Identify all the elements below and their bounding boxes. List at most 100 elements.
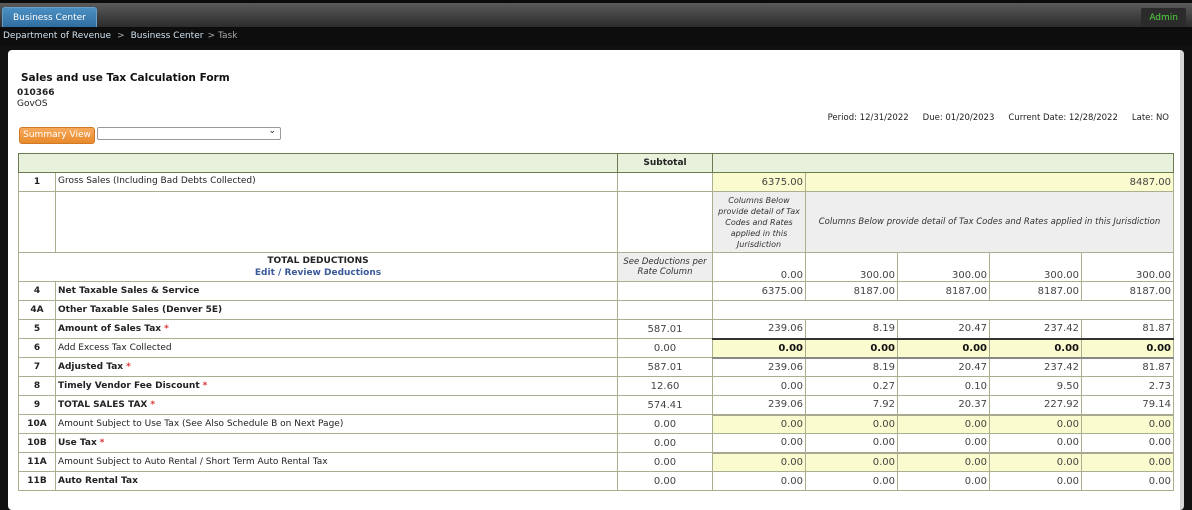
subtotal-cell: 0.00	[617, 471, 713, 491]
value-cell: 0.27	[805, 376, 898, 396]
breadcrumb-separator: >	[117, 31, 125, 41]
required-marker: *	[99, 438, 105, 448]
line-label: Use Tax *	[55, 433, 618, 453]
value-cell: 81.87	[1081, 357, 1174, 377]
table-row: 5 Amount of Sales Tax * 587.01 239.06 8.19 20.…	[18, 319, 1174, 339]
admin-button[interactable]: Admin	[1141, 8, 1186, 28]
table-row: 11A Amount Subject to Auto Rental / Short…	[18, 451, 1174, 472]
line-label-text: Other Taxable Sales (Denver 5E)	[58, 305, 223, 315]
value-input[interactable]: 0.00	[989, 451, 1082, 472]
value-input[interactable]: 0.00	[805, 337, 898, 359]
value-input[interactable]: 0.00	[897, 413, 990, 434]
value-cell: 8187.00	[989, 281, 1082, 301]
subtotal-cell: 0.00	[617, 452, 713, 472]
line-number: 8	[18, 376, 56, 396]
table-row: Columns Below provide detail of Tax Code…	[18, 191, 1174, 253]
line-label: Amount of Sales Tax *	[55, 319, 618, 339]
subtotal-cell	[617, 300, 713, 320]
value-cell: 239.06	[712, 395, 806, 415]
see-deductions-note: See Deductions per Rate Column	[617, 252, 713, 282]
value-cell: 0.00	[1081, 433, 1174, 453]
table-row: 6 Add Excess Tax Collected 0.00 0.00 0.00 0.0…	[18, 337, 1174, 359]
line-label-text: Net Taxable Sales & Service	[58, 286, 200, 296]
table-row: 4A Other Taxable Sales (Denver 5E)	[18, 300, 1174, 320]
value-cell: 239.06	[712, 357, 806, 377]
table-row: 7 Adjusted Tax * 587.01 239.06 8.19 20.47 237.4…	[18, 357, 1174, 377]
subtotal-cell: 587.01	[617, 357, 713, 377]
line-label: Net Taxable Sales & Service	[55, 281, 618, 301]
value-input[interactable]: 0.00	[805, 451, 898, 472]
table-row: 10A Amount Subject to Use Tax (See Also S…	[18, 413, 1174, 434]
breadcrumb-business-center[interactable]: Business Center	[131, 31, 204, 41]
breadcrumb: Department of Revenue > Business Center > Ta…	[0, 27, 1192, 46]
value-cell: 6375.00	[712, 281, 806, 301]
value-input[interactable]: 0.00	[897, 337, 990, 359]
line-label-text: Amount Subject to Use Tax (See Also Sche…	[58, 419, 344, 429]
page-title: Sales and use Tax Calculation Form	[21, 72, 230, 84]
table-row: 4 Net Taxable Sales & Service 6375.00 8187.…	[18, 281, 1174, 301]
value-input[interactable]: 0.00	[712, 337, 806, 359]
late-status: Late: NO	[1131, 113, 1169, 123]
line-label: Gross Sales (Including Bad Debts Collect…	[55, 172, 618, 192]
value-cell: 0.00	[989, 433, 1082, 453]
due-date: Due: 01/20/2023	[922, 113, 995, 123]
line-label-text: Amount of Sales Tax	[58, 324, 162, 334]
gross-sales-input-2[interactable]: 8487.00	[805, 172, 1174, 192]
value-input[interactable]: 0.00	[805, 413, 898, 434]
review-deductions-link[interactable]: Review Deductions	[284, 268, 381, 278]
line-number: 11B	[18, 471, 56, 491]
value-cell: 0.00	[1081, 471, 1174, 491]
line-label-text: Use Tax	[58, 438, 97, 448]
value-cell: 0.10	[897, 376, 990, 396]
subtotal-cell: 0.00	[617, 414, 713, 434]
line-label: Add Excess Tax Collected	[55, 338, 618, 358]
line-label: Auto Rental Tax	[55, 471, 618, 491]
summary-view-button[interactable]: Summary View	[19, 127, 95, 144]
table-row: 1 Gross Sales (Including Bad Debts Colle…	[18, 172, 1174, 192]
line-label-text: TOTAL SALES TAX	[58, 400, 148, 410]
required-marker: *	[126, 362, 131, 372]
total-deductions-cell: TOTAL DEDUCTIONS Edit / Review Deduction…	[18, 252, 618, 282]
value-input[interactable]: 0.00	[1081, 451, 1174, 472]
value-cell: 81.87	[1081, 319, 1174, 339]
current-date: Current Date: 12/28/2022	[1008, 113, 1118, 123]
tab-business-center[interactable]: Business Center	[2, 7, 97, 28]
column-note-wide: Columns Below provide detail of Tax Code…	[805, 191, 1174, 253]
value-input[interactable]: 0.00	[989, 413, 1082, 434]
edit-deductions-link[interactable]: Edit	[255, 268, 275, 278]
value-input[interactable]: 0.00	[1081, 413, 1174, 434]
value-input[interactable]: 0.00	[989, 337, 1082, 359]
period-info: Period: 12/31/2022 Due: 01/20/2023 Current…	[814, 113, 1169, 123]
subtotal-cell: 587.01	[617, 319, 713, 339]
deduction-value: 300.00	[989, 252, 1082, 282]
required-marker: *	[202, 381, 208, 391]
line-number: 7	[18, 357, 56, 377]
line-label-text: Add Excess Tax Collected	[58, 343, 172, 353]
value-input[interactable]: 0.00	[712, 413, 806, 434]
value-cell: 20.37	[897, 395, 990, 415]
form-panel: Sales and use Tax Calculation Form 01036…	[8, 50, 1184, 510]
value-cell: 0.00	[805, 471, 898, 491]
organization-name: GovOS	[17, 99, 48, 109]
subtotal-cell: 0.00	[617, 433, 713, 453]
value-cell: 8187.00	[1081, 281, 1174, 301]
subtotal-cell: 0.00	[617, 338, 713, 358]
line-number: 4	[18, 281, 56, 301]
deduction-value: 0.00	[712, 252, 806, 282]
value-cell: 20.47	[897, 357, 990, 377]
value-input[interactable]: 0.00	[897, 451, 990, 472]
view-select[interactable]: ⌄	[97, 126, 281, 140]
breadcrumb-department[interactable]: Department of Revenue	[3, 31, 111, 41]
line-label-text: Timely Vendor Fee Discount	[58, 381, 200, 391]
value-cell: 8.19	[805, 319, 898, 339]
value-cell: 79.14	[1081, 395, 1174, 415]
value-input[interactable]: 0.00	[1081, 337, 1174, 359]
column-note: Columns Below provide detail of Tax Code…	[712, 191, 806, 253]
value-cell: 0.00	[712, 471, 806, 491]
subtotal-cell: 574.41	[617, 395, 713, 415]
value-input[interactable]: 0.00	[712, 451, 806, 472]
line-label: Amount Subject to Use Tax (See Also Sche…	[55, 414, 618, 434]
value-cell: 0.00	[897, 471, 990, 491]
value-cell: 8187.00	[897, 281, 990, 301]
gross-sales-input-1[interactable]: 6375.00	[712, 172, 806, 192]
